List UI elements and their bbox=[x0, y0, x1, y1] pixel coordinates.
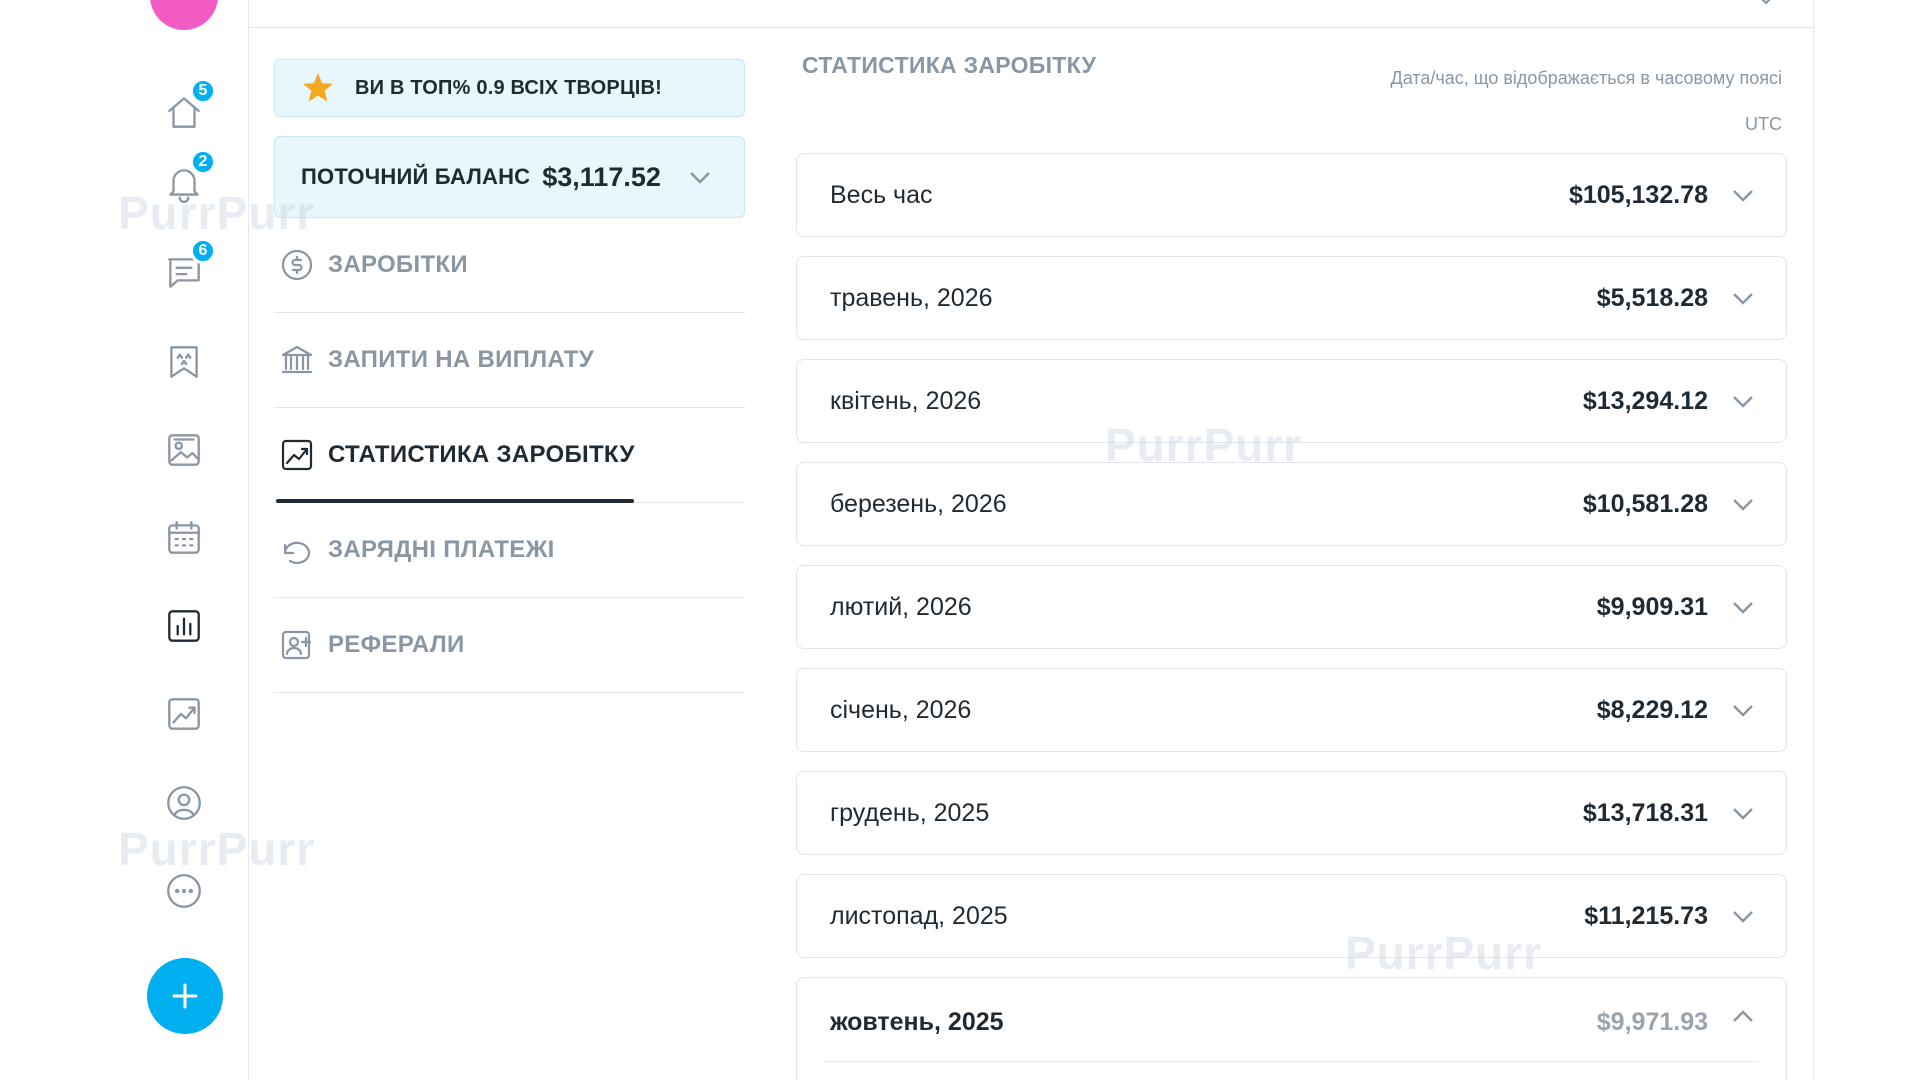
row-period: грудень, 2025 bbox=[830, 798, 990, 827]
row-period: лютий, 2026 bbox=[830, 592, 972, 621]
chevron-down-icon bbox=[1730, 907, 1756, 925]
undo-icon bbox=[283, 541, 311, 564]
profile-icon[interactable] bbox=[160, 779, 208, 827]
home-icon[interactable]: 5 bbox=[160, 78, 216, 136]
row-period: січень, 2026 bbox=[830, 695, 972, 724]
chevron-down-icon bbox=[1730, 701, 1756, 719]
messages-icon[interactable]: 6 bbox=[160, 238, 216, 296]
bell-icon[interactable]: 2 bbox=[160, 149, 216, 207]
earnings-row[interactable]: січень, 2026 $8,229.12 bbox=[796, 668, 1787, 752]
row-value: $13,294.12 bbox=[1582, 386, 1708, 415]
vault-icon[interactable] bbox=[160, 426, 208, 474]
balance-amount: $3,117.52 bbox=[542, 161, 661, 192]
earnings-row-expanded[interactable]: жовтень, 2025 $9,971.93 bbox=[796, 977, 1787, 1080]
row-period: травень, 2026 bbox=[830, 283, 993, 312]
star-icon bbox=[303, 73, 333, 102]
chevron-down-icon bbox=[687, 168, 713, 186]
chevron-down-icon bbox=[1730, 289, 1756, 307]
chevron-down-icon bbox=[1730, 392, 1756, 410]
earnings-row[interactable]: лютий, 2026 $9,909.31 bbox=[796, 565, 1787, 649]
calendar-icon[interactable] bbox=[160, 514, 208, 562]
menu-item-earning-statistics[interactable]: СТАТИСТИКА ЗАРОБІТКУ bbox=[274, 408, 745, 503]
row-divider bbox=[825, 1061, 1758, 1062]
chevron-down-icon bbox=[1730, 186, 1756, 204]
home-badge: 5 bbox=[190, 78, 216, 104]
dollar-circle-icon bbox=[281, 249, 313, 281]
chart-icon bbox=[281, 439, 313, 471]
menu-item-label: СТАТИСТИКА ЗАРОБІТКУ bbox=[328, 441, 635, 468]
row-value: $11,215.73 bbox=[1584, 901, 1708, 930]
chevron-down-icon bbox=[1730, 495, 1756, 513]
more-icon[interactable] bbox=[160, 867, 208, 915]
chevron-down-icon bbox=[1730, 804, 1756, 822]
collections-icon[interactable] bbox=[160, 338, 208, 386]
chevron-up-icon bbox=[1730, 1008, 1756, 1026]
menu-item-label: РЕФЕРАЛИ bbox=[328, 631, 465, 658]
row-value: $105,132.78 bbox=[1568, 180, 1708, 209]
rail-divider bbox=[248, 0, 249, 1080]
row-period: березень, 2026 bbox=[830, 489, 1007, 518]
plus-icon bbox=[172, 983, 198, 1009]
avatar[interactable] bbox=[150, 0, 218, 30]
menu-item-referrals[interactable]: РЕФЕРАЛИ bbox=[274, 598, 745, 693]
page-title: СТАТИСТИКА ЗАРОБІТКУ bbox=[802, 52, 1097, 78]
row-value: $13,718.31 bbox=[1582, 798, 1708, 827]
menu-item-label: ЗАРОБІТКИ bbox=[328, 251, 468, 278]
chevron-down-icon[interactable] bbox=[1755, 0, 1777, 8]
earnings-row[interactable]: травень, 2026 $5,518.28 bbox=[796, 256, 1787, 340]
messages-badge: 6 bbox=[190, 238, 216, 264]
row-period: листопад, 2025 bbox=[830, 901, 1008, 930]
earnings-row[interactable]: листопад, 2025 $11,215.73 bbox=[796, 874, 1787, 958]
notifications-badge: 2 bbox=[190, 149, 216, 175]
timezone-note: Дата/час, що відображається в часовому п… bbox=[1322, 55, 1783, 147]
earnings-row[interactable]: березень, 2026 $10,581.28 bbox=[796, 462, 1787, 546]
menu-item-earnings[interactable]: ЗАРОБІТКИ bbox=[274, 218, 745, 313]
row-period: Весь час bbox=[830, 180, 933, 209]
row-value: $8,229.12 bbox=[1596, 695, 1708, 724]
bank-icon bbox=[281, 345, 313, 374]
banner-text: ВИ В ТОП% 0.9 ВСІХ ТВОРЦІВ! bbox=[355, 76, 663, 99]
menu-item-label: ЗАРЯДНІ ПЛАТЕЖІ bbox=[328, 536, 555, 563]
menu-item-chargebacks[interactable]: ЗАРЯДНІ ПЛАТЕЖІ bbox=[274, 503, 745, 598]
statistics-icon[interactable] bbox=[160, 602, 208, 650]
earnings-row[interactable]: квітень, 2026 $13,294.12 bbox=[796, 359, 1787, 443]
trend-icon[interactable] bbox=[160, 690, 208, 738]
balance-label: ПОТОЧНИЙ БАЛАНС bbox=[301, 164, 531, 189]
row-value: $9,909.31 bbox=[1596, 592, 1708, 621]
row-value: $5,518.28 bbox=[1596, 283, 1708, 312]
earnings-row[interactable]: грудень, 2025 $13,718.31 bbox=[796, 771, 1787, 855]
timezone-note-zone: UTC bbox=[1745, 114, 1782, 134]
row-period: квітень, 2026 bbox=[830, 386, 982, 415]
referral-icon bbox=[281, 630, 312, 660]
earnings-row[interactable]: Весь час $105,132.78 bbox=[796, 153, 1787, 237]
row-value: $9,971.93 bbox=[1596, 1008, 1708, 1036]
top-creator-banner: ВИ В ТОП% 0.9 ВСІХ ТВОРЦІВ! bbox=[274, 59, 745, 117]
row-value: $10,581.28 bbox=[1582, 489, 1708, 518]
add-post-button[interactable] bbox=[147, 958, 223, 1034]
timezone-note-text: Дата/час, що відображається в часовому п… bbox=[1390, 68, 1783, 88]
current-balance-dropdown[interactable]: ПОТОЧНИЙ БАЛАНС $3,117.52 bbox=[274, 136, 745, 218]
menu-item-payout-requests[interactable]: ЗАПИТИ НА ВИПЛАТУ bbox=[274, 313, 745, 408]
content-right-border bbox=[1813, 0, 1814, 1080]
menu-item-label: ЗАПИТИ НА ВИПЛАТУ bbox=[328, 346, 594, 373]
row-period: жовтень, 2025 bbox=[830, 1008, 1004, 1036]
watermark: PurrPurr bbox=[118, 823, 316, 875]
chevron-down-icon bbox=[1730, 598, 1756, 616]
header-divider bbox=[249, 27, 1814, 28]
